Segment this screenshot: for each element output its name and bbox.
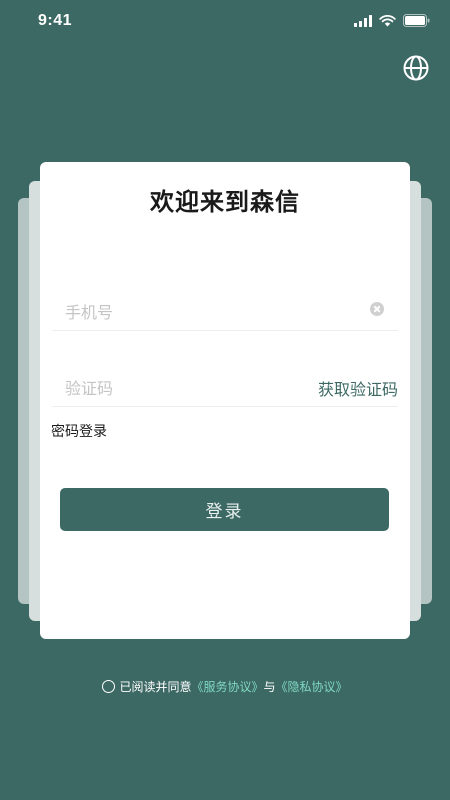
- status-bar: 9:41: [0, 0, 450, 44]
- login-card: 欢迎来到森信 获取验证码 密码登录 登录: [40, 162, 410, 639]
- privacy-agreement-link[interactable]: 《隐私协议》: [276, 680, 348, 694]
- signal-icon: [354, 14, 372, 27]
- code-field: 获取验证码: [52, 369, 398, 407]
- battery-icon: [403, 14, 430, 27]
- agreement-row: 已阅读并同意《服务协议》与《隐私协议》: [0, 678, 450, 695]
- get-code-button[interactable]: 获取验证码: [318, 376, 398, 400]
- phone-field: [52, 293, 398, 331]
- status-time: 9:41: [38, 12, 73, 29]
- globe-icon: [403, 55, 429, 81]
- status-icons: [354, 14, 430, 27]
- phone-input[interactable]: [65, 293, 325, 331]
- agreement-joiner: 与: [263, 680, 276, 694]
- radio-icon[interactable]: [102, 680, 116, 693]
- wifi-icon: [379, 14, 396, 26]
- clear-icon[interactable]: [370, 302, 384, 316]
- language-button[interactable]: [402, 54, 430, 82]
- password-login-link[interactable]: 密码登录: [51, 421, 107, 441]
- agreement-prefix: 已阅读并同意: [119, 680, 192, 694]
- welcome-title: 欢迎来到森信: [150, 188, 300, 216]
- login-button[interactable]: 登录: [60, 488, 389, 531]
- code-input[interactable]: [65, 369, 325, 407]
- service-agreement-link[interactable]: 《服务协议》: [191, 680, 263, 694]
